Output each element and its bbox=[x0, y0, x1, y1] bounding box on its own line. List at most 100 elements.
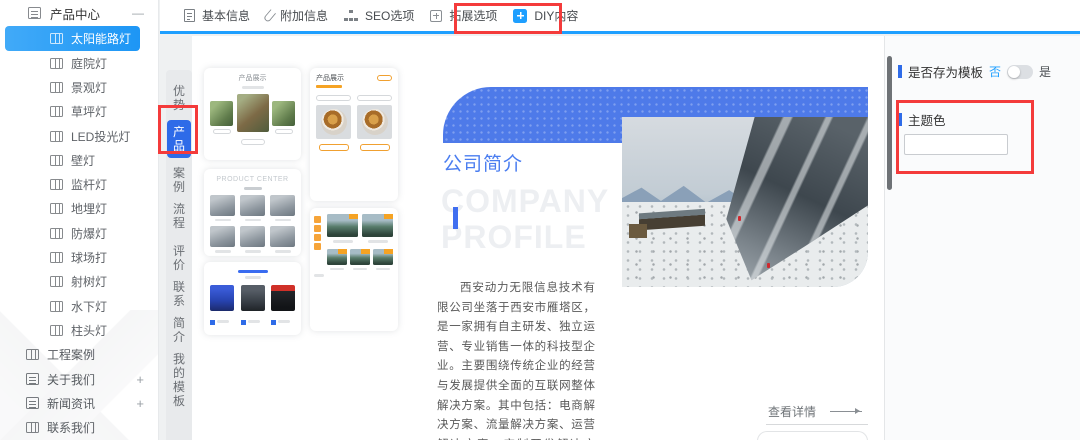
sidebar-header-title: 产品中心 bbox=[50, 4, 100, 23]
vtab-advantages[interactable]: 优势 bbox=[167, 84, 191, 112]
sidebar-item-about-us[interactable]: 关于我们 + bbox=[0, 367, 158, 391]
save-template-toggle[interactable] bbox=[1007, 65, 1033, 79]
sidebar-item-label: 工程案例 bbox=[47, 346, 95, 363]
tab-label: 基本信息 bbox=[202, 7, 250, 24]
sidebar-item-explosion-proof-lamp[interactable]: 防爆灯 bbox=[0, 221, 158, 245]
machine-image bbox=[240, 195, 265, 216]
table-icon bbox=[50, 33, 63, 44]
table-icon bbox=[50, 252, 63, 263]
sidebar-item-pole-lamp[interactable]: 监杆灯 bbox=[0, 172, 158, 196]
company-photo bbox=[622, 117, 868, 287]
view-details-label: 查看详情 bbox=[768, 403, 816, 420]
vtab-contact[interactable]: 联系 bbox=[167, 280, 191, 308]
sidebar-item-tree-lamp[interactable]: 射树灯 bbox=[0, 270, 158, 294]
watermark-text: COMPANY PROFILE bbox=[441, 183, 609, 255]
sidebar-item-courtyard-lamp[interactable]: 庭院灯 bbox=[0, 51, 158, 75]
machine-image bbox=[270, 226, 295, 247]
table-icon bbox=[50, 325, 63, 336]
document-icon bbox=[184, 9, 195, 22]
thumb-button bbox=[316, 95, 351, 101]
sidebar-item-label: 柱头灯 bbox=[71, 322, 107, 339]
expand-icon[interactable]: + bbox=[136, 372, 144, 387]
sidebar-item-label: 景观灯 bbox=[71, 79, 107, 96]
list-icon bbox=[28, 7, 41, 19]
vtab-my-templates[interactable]: 我的模板 bbox=[167, 352, 191, 408]
machine-image bbox=[270, 195, 295, 216]
sidebar-item-label: 射树灯 bbox=[71, 273, 107, 290]
template-thumb-scenes[interactable] bbox=[310, 208, 398, 331]
paperclip-icon bbox=[263, 9, 276, 23]
template-thumb-machines[interactable]: PRODUCT CENTER bbox=[204, 169, 301, 256]
sidebar-item-underwater-lamp[interactable]: 水下灯 bbox=[0, 294, 158, 318]
pump-image bbox=[210, 285, 234, 311]
sidebar-item-solar-street-lamp[interactable]: 太阳能路灯 bbox=[5, 26, 140, 51]
active-tab-underline bbox=[160, 31, 1080, 34]
template-thumb-pumps[interactable] bbox=[204, 262, 301, 335]
vtab-cases[interactable]: 案例 bbox=[167, 166, 191, 194]
vtab-profile[interactable]: 简介 bbox=[167, 316, 191, 344]
thumb-button bbox=[319, 144, 349, 151]
sidebar-item-label: 新闻资讯 bbox=[47, 395, 95, 412]
tab-extended-options[interactable]: 拓展选项 bbox=[428, 7, 499, 24]
table-icon bbox=[50, 276, 63, 287]
tab-basic-info[interactable]: 基本信息 bbox=[182, 7, 252, 24]
food-image bbox=[316, 105, 351, 139]
sidebar-item-label: 地埋灯 bbox=[71, 200, 107, 217]
heading-accent-bar bbox=[453, 207, 458, 229]
sidebar-item-label: 监杆灯 bbox=[71, 176, 107, 193]
thumb-button bbox=[241, 139, 265, 145]
vtab-label: 案例 bbox=[173, 166, 186, 194]
sidebar-item-stadium-lamp[interactable]: 球场打 bbox=[0, 245, 158, 269]
scene-image bbox=[362, 214, 393, 237]
template-thumb-food[interactable]: 产品展示 bbox=[310, 68, 398, 201]
sidebar-item-led-flood-lamp[interactable]: LED投光灯 bbox=[0, 124, 158, 148]
tab-label: SEO选项 bbox=[365, 7, 414, 24]
thumb-subtitle-bar bbox=[244, 187, 262, 190]
sidebar-header[interactable]: 产品中心 — bbox=[0, 0, 158, 26]
table-icon bbox=[50, 203, 63, 214]
vtab-process[interactable]: 流程 bbox=[167, 202, 191, 230]
sidebar-item-landscape-lamp[interactable]: 景观灯 bbox=[0, 75, 158, 99]
sidebar-item-news[interactable]: 新闻资讯 + bbox=[0, 391, 158, 415]
vtab-products[interactable]: 产品 bbox=[167, 120, 191, 158]
sidebar-item-pillar-lamp[interactable]: 柱头灯 bbox=[0, 318, 158, 342]
theme-color-row: 主题色 bbox=[898, 110, 946, 129]
sitemap-icon bbox=[344, 10, 358, 22]
thumb-button bbox=[357, 95, 392, 101]
thumb-button bbox=[377, 75, 392, 81]
vtab-label: 评价 bbox=[173, 244, 186, 272]
sidebar-item-wall-lamp[interactable]: 壁灯 bbox=[0, 148, 158, 172]
plant-image bbox=[210, 101, 233, 126]
tab-seo-options[interactable]: SEO选项 bbox=[342, 7, 416, 24]
toggle-on-label: 是 bbox=[1039, 63, 1051, 80]
tab-diy-content[interactable]: DIY内容 bbox=[511, 7, 580, 24]
app-window: 产品中心 — 太阳能路灯 庭院灯 景观灯 草坪灯 LED投光灯 壁灯 bbox=[0, 0, 1080, 440]
save-as-template-label: 是否存为模板 bbox=[908, 62, 983, 81]
edit-tabbar: 基本信息 附加信息 SEO选项 拓展选项 DIY内容 bbox=[160, 0, 1080, 31]
theme-color-input[interactable] bbox=[904, 134, 1008, 155]
table-icon bbox=[50, 155, 63, 166]
sidebar-item-label: 壁灯 bbox=[71, 152, 95, 169]
plant-image bbox=[272, 101, 295, 126]
collapse-icon[interactable]: — bbox=[132, 6, 144, 20]
table-icon bbox=[50, 131, 63, 142]
sidebar-item-buried-lamp[interactable]: 地埋灯 bbox=[0, 197, 158, 221]
template-thumb-plants[interactable]: 产品展示 bbox=[204, 68, 301, 160]
table-icon bbox=[50, 58, 63, 69]
view-details-link[interactable]: 查看详情 bbox=[768, 403, 862, 420]
table-icon bbox=[26, 349, 39, 360]
sidebar-item-contact-us[interactable]: 联系我们 bbox=[0, 415, 158, 439]
tab-additional-info[interactable]: 附加信息 bbox=[264, 7, 330, 24]
scene-image bbox=[373, 249, 393, 265]
thumb-accent-bar bbox=[316, 85, 342, 88]
sidebar-item-project-cases[interactable]: 工程案例 bbox=[0, 343, 158, 367]
category-sidebar: 产品中心 — 太阳能路灯 庭院灯 景观灯 草坪灯 LED投光灯 壁灯 bbox=[0, 0, 159, 440]
scrollbar-thumb[interactable] bbox=[887, 56, 892, 190]
sidebar-item-label: 庭院灯 bbox=[71, 55, 107, 72]
save-as-template-row: 是否存为模板 否 是 bbox=[898, 62, 1051, 81]
sidebar-item-lawn-lamp[interactable]: 草坪灯 bbox=[0, 100, 158, 124]
toggle-off-label: 否 bbox=[989, 63, 1001, 80]
sidebar-item-label: 太阳能路灯 bbox=[71, 30, 131, 47]
expand-icon[interactable]: + bbox=[136, 396, 144, 411]
vtab-reviews[interactable]: 评价 bbox=[167, 244, 191, 272]
